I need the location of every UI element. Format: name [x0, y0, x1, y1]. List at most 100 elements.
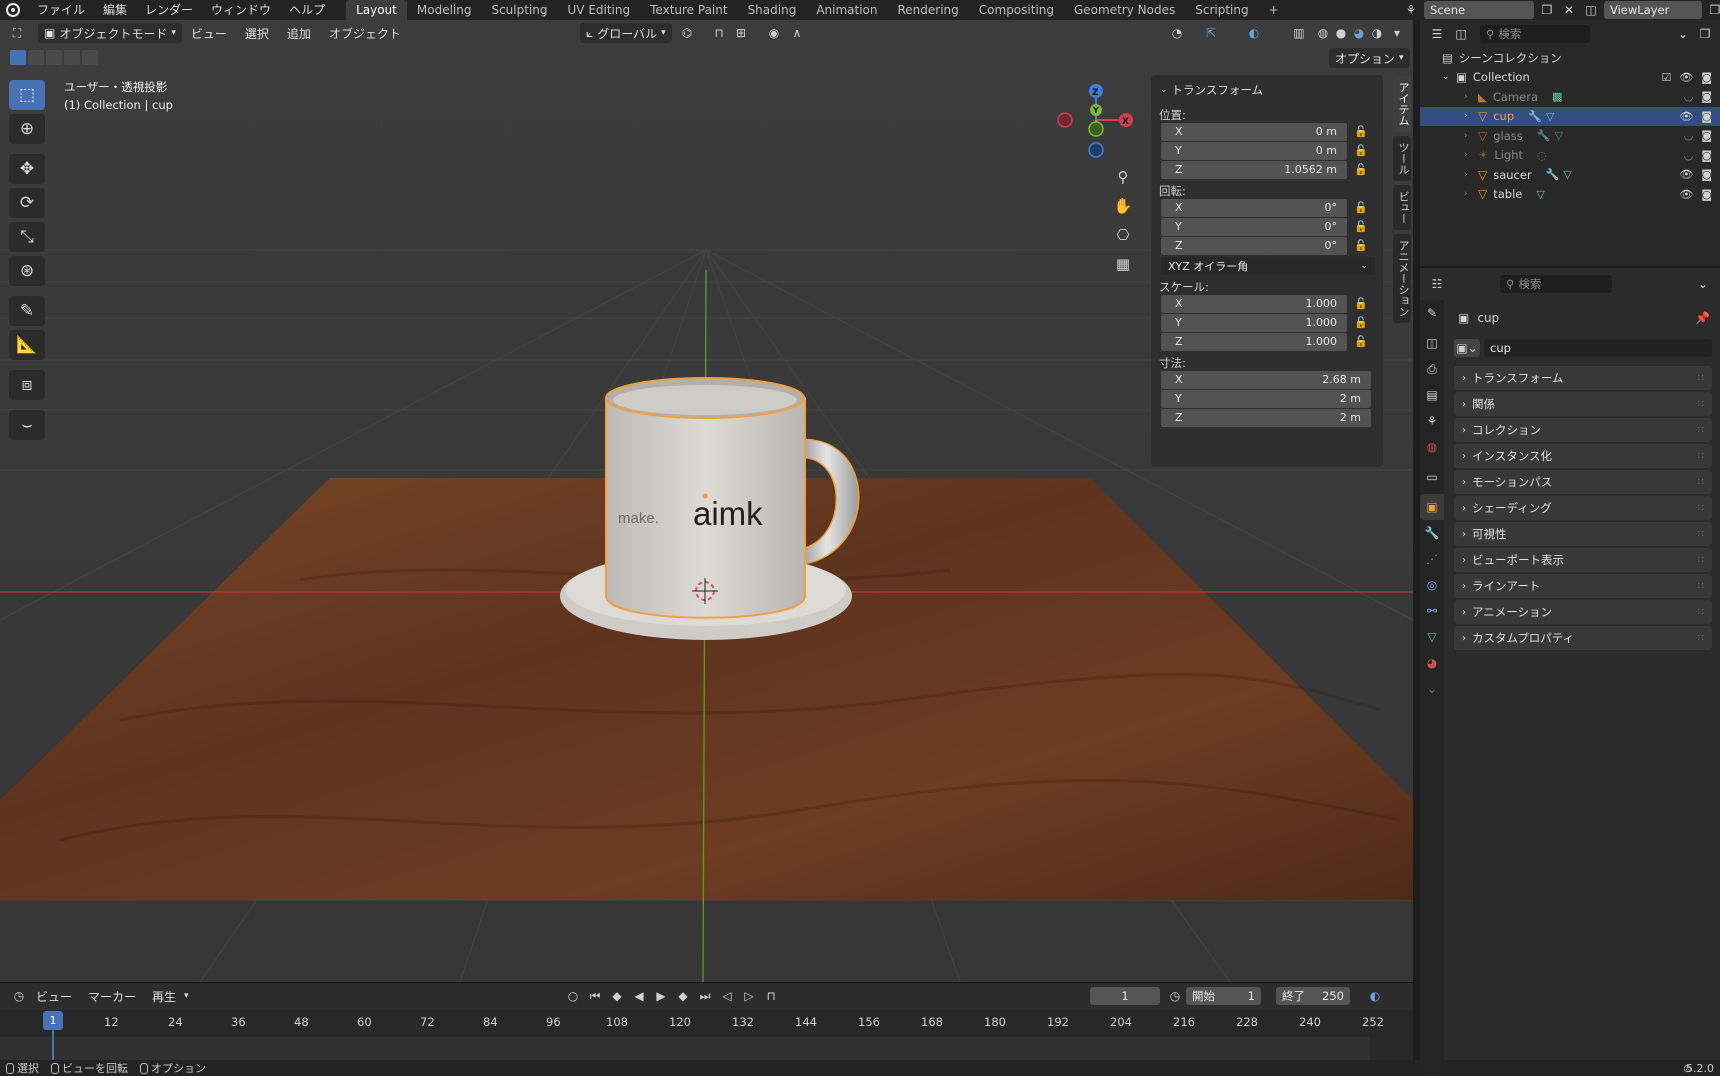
lock-icon[interactable]: 🔓 [1347, 297, 1375, 310]
scene-icon[interactable]: ⚘ [1402, 1, 1420, 19]
tab-view[interactable]: ビュー [1393, 185, 1411, 230]
play-icon[interactable]: ▶ [652, 987, 670, 1005]
eye-icon[interactable]: 👁 [1679, 71, 1693, 84]
tab-item[interactable]: アイテム [1393, 76, 1411, 132]
view-layer-field[interactable]: ViewLayer [1604, 1, 1702, 19]
expand-chevron-icon[interactable]: › [1464, 150, 1478, 160]
drag-grip-icon[interactable]: ∷ [1698, 451, 1704, 462]
overlay-icon[interactable]: ◐ [1245, 24, 1263, 42]
delete-scene-icon[interactable]: ✕ [1560, 1, 1578, 19]
solid-shading-icon[interactable]: ● [1332, 24, 1350, 42]
3d-viewport[interactable]: make. aimk Z Y X ⛶ ▣ オブジェクトモード ▾ ビュー 選択 … [0, 20, 1413, 982]
clock-icon[interactable]: ◷ [1166, 987, 1184, 1005]
menu-file[interactable]: ファイル [28, 0, 94, 20]
dimensions-y-field[interactable]: Y2 m [1161, 389, 1371, 408]
camera-render-icon[interactable]: ◙ [1701, 168, 1712, 181]
snap-target-icon[interactable]: ⊞ [732, 24, 750, 42]
location-x-field[interactable]: X0 m [1161, 122, 1347, 141]
select-extend-icon[interactable] [28, 50, 44, 65]
falloff-icon[interactable]: ∧ [788, 24, 806, 42]
panel-transform[interactable]: › トランスフォーム ∷ [1454, 366, 1712, 390]
outliner-item-light[interactable]: › ☀ Light ◌ ◡ ◙ [1420, 146, 1720, 166]
camera-render-icon[interactable]: ◙ [1701, 188, 1712, 201]
select-box-tool-icon[interactable]: ⬚ [9, 80, 45, 110]
panel-motion-paths[interactable]: › モーションパス ∷ [1454, 470, 1712, 494]
rotation-mode-dropdown[interactable]: XYZ オイラー角 ⌄ [1161, 257, 1375, 275]
expand-chevron-icon[interactable]: › [1464, 92, 1478, 102]
dimensions-x-field[interactable]: X 2.68 m [1161, 370, 1371, 389]
outliner-item-cup[interactable]: › ▽ cup 🔧 ▽ 👁 ◙ [1420, 106, 1720, 126]
scale-x-field[interactable]: X 1.000 [1161, 294, 1347, 313]
rotation-x-field[interactable]: X 0° [1161, 198, 1347, 217]
ortho-grid-icon[interactable]: ▦ [1110, 251, 1136, 277]
sync-icon[interactable]: ◐ [1366, 987, 1384, 1005]
rendered-shading-icon[interactable]: ◑ [1368, 24, 1386, 42]
panel-shading[interactable]: › シェーディング ∷ [1454, 496, 1712, 520]
keyframe-record-icon[interactable]: ○ [564, 987, 582, 1005]
tab-sculpting[interactable]: Sculpting [481, 0, 557, 20]
select-invert-icon[interactable] [82, 50, 98, 65]
drag-grip-icon[interactable]: ∷ [1698, 477, 1704, 488]
drag-grip-icon[interactable]: ∷ [1698, 373, 1704, 384]
menu-add[interactable]: 追加 [278, 25, 320, 42]
wireframe-shading-icon[interactable]: ◍ [1314, 24, 1332, 42]
menu-object[interactable]: オブジェクト [320, 25, 410, 42]
outliner-editor-type-icon[interactable]: ☰ [1428, 25, 1446, 43]
prev-keyframe-icon[interactable]: ◆ [608, 987, 626, 1005]
drag-grip-icon[interactable]: ∷ [1698, 555, 1704, 566]
play-reverse-icon[interactable]: ◀ [630, 987, 648, 1005]
lock-icon[interactable]: 🔓 [1347, 316, 1375, 329]
select-box-new-icon[interactable] [10, 50, 26, 65]
playhead-frame[interactable]: 1 [43, 1011, 63, 1030]
timeline-menu-view[interactable]: ビュー [28, 988, 80, 1005]
panel-visibility[interactable]: › 可視性 ∷ [1454, 522, 1712, 546]
lock-icon[interactable]: 🔓 [1347, 144, 1375, 157]
mode-selector[interactable]: ▣ オブジェクトモード ▾ [38, 23, 182, 43]
curve-tool-icon[interactable]: ⌣ [9, 410, 45, 440]
visibility-icon[interactable]: ◔ [1168, 24, 1186, 42]
properties-search-input[interactable]: ⚲ 検索 [1500, 275, 1612, 293]
drag-grip-icon[interactable]: ∷ [1698, 607, 1704, 618]
panel-relations[interactable]: › 関係 ∷ [1454, 392, 1712, 416]
tab-animation-sidebar[interactable]: アニメーション [1393, 234, 1411, 323]
timeline-editor-type-icon[interactable]: ◷ [10, 987, 28, 1005]
scale-z-field[interactable]: Z 1.000 [1161, 332, 1347, 351]
editor-type-icon[interactable]: ⛶ [8, 24, 26, 42]
outliner-search-input[interactable]: ⚲ 検索 [1480, 25, 1590, 43]
more-tabs-icon[interactable]: ⌄ [1420, 676, 1444, 702]
zoom-icon[interactable]: ⚲ [1110, 164, 1136, 190]
eye-icon[interactable]: 👁 [1679, 188, 1693, 201]
object-name-field[interactable]: cup [1484, 339, 1712, 357]
view-layer-icon[interactable]: ◫ [1582, 1, 1600, 19]
hidden-eye-icon[interactable]: ◡ [1684, 149, 1694, 162]
tab-texture-paint[interactable]: Texture Paint [640, 0, 737, 20]
collection-row[interactable]: ⌄ ▣ Collection ☑ 👁 ◙ [1420, 68, 1720, 88]
lock-icon[interactable]: 🔓 [1347, 125, 1375, 138]
new-collection-icon[interactable]: ❐ [1696, 25, 1714, 43]
lock-icon[interactable]: 🔓 [1347, 220, 1375, 233]
expand-chevron-icon[interactable]: › [1464, 131, 1478, 141]
start-frame-field[interactable]: 開始 1 [1186, 987, 1261, 1005]
lock-icon[interactable]: 🔓 [1347, 163, 1375, 176]
jump-start-icon[interactable]: ⏮ [586, 987, 604, 1005]
expand-chevron-icon[interactable]: ⌄ [1442, 72, 1456, 82]
tab-animation[interactable]: Animation [806, 0, 887, 20]
menu-window[interactable]: ウィンドウ [202, 0, 280, 20]
xray-icon[interactable]: ▥ [1290, 24, 1308, 42]
menu-edit[interactable]: 編集 [94, 0, 136, 20]
eye-icon[interactable]: 👁 [1679, 110, 1693, 123]
scene-field[interactable]: Scene [1424, 1, 1534, 19]
panel-viewport-display[interactable]: › ビューポート表示 ∷ [1454, 548, 1712, 572]
shading-options-icon[interactable]: ▾ [1388, 24, 1406, 42]
camera-render-icon[interactable]: ◙ [1701, 90, 1712, 103]
select-intersect-icon[interactable] [64, 50, 80, 65]
next-frame-icon[interactable]: ▷ [740, 987, 758, 1005]
drag-grip-icon[interactable]: ∷ [1698, 581, 1704, 592]
menu-view[interactable]: ビュー [182, 25, 236, 42]
location-y-field[interactable]: Y0 m [1161, 141, 1347, 160]
keying-icon[interactable]: ⊓ [762, 987, 780, 1005]
lock-icon[interactable]: 🔓 [1347, 239, 1375, 252]
new-scene-icon[interactable]: ❐ [1538, 1, 1556, 19]
proportional-edit-icon[interactable]: ◉ [765, 24, 783, 42]
material-tab-icon[interactable]: ◕ [1420, 650, 1444, 676]
